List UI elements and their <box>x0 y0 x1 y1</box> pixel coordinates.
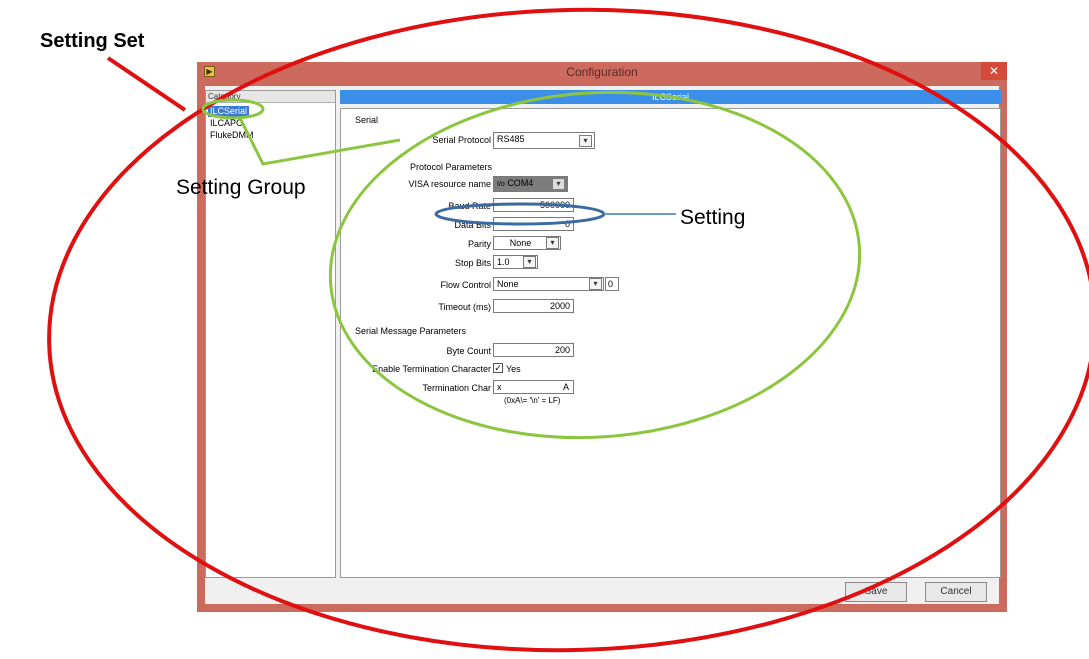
chevron-down-icon[interactable]: ▾ <box>546 237 559 249</box>
setting-annotation: Setting <box>680 206 746 229</box>
termination-char-value: A <box>562 382 569 392</box>
byte-count-label: Byte Count <box>446 346 491 356</box>
window-title: Configuration <box>566 65 638 79</box>
enable-termination-value: Yes <box>506 364 521 374</box>
save-button[interactable]: Save <box>845 582 907 602</box>
baud-rate-label: Baud Rate <box>448 201 491 211</box>
group-header: ILCSerial <box>340 90 1001 104</box>
visa-io-icon: I/o <box>497 181 505 188</box>
flow-control-select[interactable]: None ▾ <box>493 277 604 291</box>
cancel-button[interactable]: Cancel <box>925 582 987 602</box>
parity-label: Parity <box>467 239 491 249</box>
serial-protocol-value: RS485 <box>497 134 525 144</box>
category-item-ilcserial[interactable]: ILCSerial <box>208 106 250 117</box>
stop-bits-select[interactable]: 1.0 ▾ <box>493 255 538 269</box>
checkmark-icon: ✓ <box>494 363 502 373</box>
configuration-window: ▶ Configuration ✕ Category ILCSerial ILC… <box>197 62 1007 612</box>
stop-bits-label: Stop Bits <box>454 258 491 268</box>
visa-resource-label: VISA resource name <box>408 179 491 189</box>
stop-bits-value: 1.0 <box>497 257 510 267</box>
flow-control-extra-field[interactable]: 0 <box>605 277 619 291</box>
chevron-down-icon[interactable]: ▾ <box>589 278 602 290</box>
baud-rate-input[interactable]: 500000 <box>493 198 574 212</box>
setting-group-annotation: Setting Group <box>176 176 306 199</box>
serial-protocol-label: Serial Protocol <box>432 135 491 145</box>
parity-value: None <box>509 238 532 248</box>
visa-resource-select[interactable]: I/o COM4 ▾ <box>493 176 568 192</box>
close-button[interactable]: ✕ <box>981 62 1007 80</box>
enable-termination-label: Enable Termination Character <box>372 364 491 374</box>
serial-protocol-select[interactable]: RS485 ▾ <box>493 132 595 149</box>
termination-char-hint: (0xA\= '\n' = LF) <box>504 396 561 405</box>
category-item-flukedmm[interactable]: FlukeDMM <box>208 130 256 141</box>
flow-control-label: Flow Control <box>440 280 491 290</box>
termination-char-input[interactable]: x A <box>493 380 574 394</box>
parity-select[interactable]: None ▾ <box>493 236 561 250</box>
chevron-down-icon[interactable]: ▾ <box>523 256 536 268</box>
serial-section-title: Serial <box>355 115 379 125</box>
close-icon: ✕ <box>988 64 1000 78</box>
category-item-ilcapc[interactable]: ILCAPC <box>208 118 245 129</box>
serial-message-parameters-title: Serial Message Parameters <box>355 326 467 336</box>
protocol-parameters-title: Protocol Parameters <box>410 162 493 172</box>
settings-panel: Serial Serial Protocol RS485 ▾ Protocol … <box>340 108 1001 578</box>
setting-set-pointer <box>106 56 187 112</box>
category-header: Category <box>206 91 335 103</box>
termination-char-label: Termination Char <box>422 383 491 393</box>
data-bits-label: Data Bits <box>454 220 491 230</box>
timeout-input[interactable]: 2000 <box>493 299 574 313</box>
chevron-down-icon[interactable]: ▾ <box>579 135 592 147</box>
visa-resource-value: COM4 <box>507 178 534 188</box>
window-client-area: Category ILCSerial ILCAPC FlukeDMM ILCSe… <box>205 86 1001 604</box>
flow-control-value: None <box>497 279 519 289</box>
category-list[interactable]: Category ILCSerial ILCAPC FlukeDMM <box>205 90 336 578</box>
title-bar[interactable]: ▶ Configuration ✕ <box>197 62 1007 82</box>
chevron-down-icon[interactable]: ▾ <box>552 178 565 190</box>
termination-char-prefix: x <box>497 382 502 392</box>
data-bits-input[interactable]: 0 <box>493 217 574 231</box>
enable-termination-checkbox[interactable]: ✓ <box>493 363 503 373</box>
byte-count-input[interactable]: 200 <box>493 343 574 357</box>
timeout-label: Timeout (ms) <box>438 302 491 312</box>
setting-set-annotation: Setting Set <box>40 30 145 52</box>
